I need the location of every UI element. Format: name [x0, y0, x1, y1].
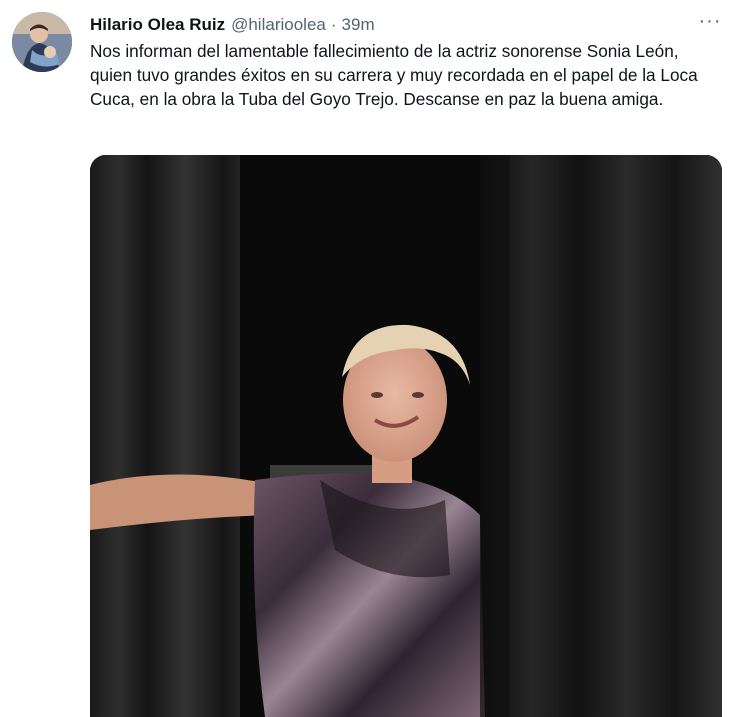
avatar[interactable]	[12, 12, 72, 72]
author-handle[interactable]: @hilarioolea	[231, 15, 326, 35]
more-options-label: ···	[698, 10, 722, 32]
timestamp[interactable]: 39m	[342, 15, 375, 35]
tweet-text: Nos informan del lamentable fallecimient…	[90, 41, 698, 109]
separator: ·	[330, 15, 337, 34]
author-name[interactable]: Hilario Olea Ruiz	[90, 15, 225, 35]
tweet-header: Hilario Olea Ruiz @hilarioolea · 39m	[90, 14, 682, 36]
more-options-icon[interactable]: ···	[696, 10, 724, 40]
tweet[interactable]: Hilario Olea Ruiz @hilarioolea · 39m ···…	[0, 0, 742, 717]
photo-image	[90, 155, 722, 717]
tweet-photo[interactable]	[90, 155, 722, 717]
avatar-image	[12, 12, 72, 72]
